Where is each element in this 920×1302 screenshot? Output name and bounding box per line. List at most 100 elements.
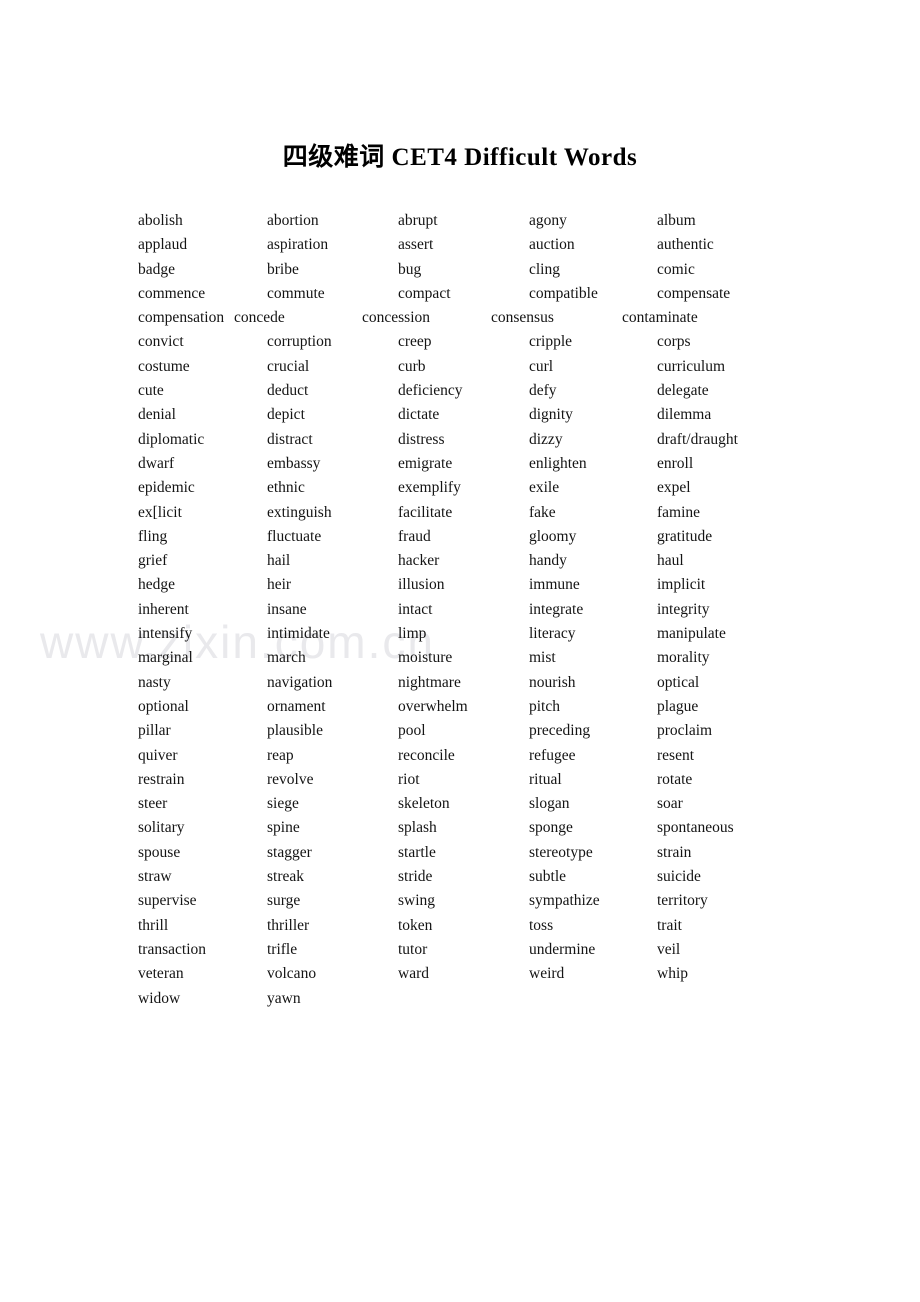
word-item: embassy — [267, 454, 321, 472]
word-item: gratitude — [657, 527, 713, 545]
word-item: abolish — [138, 212, 183, 229]
word-item: thriller — [267, 916, 310, 934]
word-item: suicide — [657, 868, 701, 886]
word-row: widow yawn — [138, 987, 898, 1011]
word-item: corruption — [267, 333, 332, 351]
word-item: ward — [398, 965, 429, 983]
word-row: fling fluctuate fraud gloomy gratitude — [138, 525, 898, 549]
word-item: defy — [529, 382, 557, 400]
word-row: convict corruption creep cripple corps — [138, 330, 898, 354]
word-item: diplomatic — [138, 430, 205, 448]
word-item: album — [657, 212, 696, 229]
word-item: compact — [398, 284, 451, 302]
word-item: haul — [657, 552, 684, 570]
word-row: grief hail hacker handy haul — [138, 549, 898, 573]
word-item: widow — [138, 989, 181, 1007]
word-item: concede — [234, 309, 285, 327]
word-item: handy — [529, 552, 567, 570]
word-item: spine — [267, 819, 300, 837]
word-item: exemplify — [398, 479, 461, 497]
word-item: corps — [657, 333, 691, 351]
word-item: deficiency — [398, 382, 463, 400]
word-row: spouse stagger startle stereotype strain — [138, 841, 898, 865]
word-item: hacker — [398, 552, 440, 570]
word-item: stride — [398, 868, 433, 886]
word-item: strain — [657, 843, 692, 861]
word-item: grief — [138, 552, 168, 570]
word-row: dwarf embassy emigrate enlighten enroll — [138, 452, 898, 476]
word-row: solitary spine splash sponge spontaneous — [138, 816, 898, 840]
word-row: badge bribe bug cling comic — [138, 258, 898, 282]
word-item: bribe — [267, 260, 299, 278]
word-item: thrill — [138, 916, 169, 934]
word-item: dignity — [529, 406, 573, 424]
word-item: concession — [362, 309, 431, 327]
word-item: auction — [529, 236, 575, 254]
word-item: bug — [398, 260, 422, 278]
word-item: authentic — [657, 236, 714, 254]
word-item: siege — [267, 795, 299, 813]
word-item: compensate — [657, 284, 731, 302]
word-item: ritual — [529, 770, 562, 788]
word-item: resent — [657, 746, 695, 764]
word-row: straw streak stride subtle suicide — [138, 865, 898, 889]
word-item: cling — [529, 260, 560, 278]
word-row: quiver reap reconcile refugee resent — [138, 744, 898, 768]
word-item: subtle — [529, 868, 567, 886]
word-item: ex[licit — [138, 503, 182, 521]
word-item: navigation — [267, 673, 333, 691]
word-item: immune — [529, 576, 580, 594]
word-item: convict — [138, 333, 184, 351]
word-item: agony — [529, 212, 567, 229]
word-item: transaction — [138, 940, 207, 958]
word-item: dwarf — [138, 454, 175, 472]
word-item: march — [267, 649, 306, 667]
word-item: preceding — [529, 722, 591, 740]
word-item: mist — [529, 649, 556, 667]
word-item: optical — [657, 673, 700, 691]
word-item: abrupt — [398, 212, 438, 229]
word-item: startle — [398, 843, 436, 861]
word-item: intact — [398, 600, 433, 618]
word-item: literacy — [529, 625, 576, 643]
word-item: restrain — [138, 770, 185, 788]
word-row: veteran volcano ward weird whip — [138, 962, 898, 986]
word-item: fluctuate — [267, 527, 322, 545]
word-row: diplomatic distract distress dizzy draft/dra… — [138, 428, 898, 452]
word-item: intimidate — [267, 625, 330, 643]
word-item: abortion — [267, 212, 319, 229]
word-item: steer — [138, 795, 168, 813]
word-item: distress — [398, 430, 445, 448]
word-item: optional — [138, 697, 189, 715]
word-item: aspiration — [267, 236, 329, 254]
word-item: consensus — [491, 309, 554, 327]
word-item: badge — [138, 260, 176, 278]
word-item: nightmare — [398, 673, 461, 691]
word-item: epidemic — [138, 479, 195, 497]
word-item: dizzy — [529, 430, 563, 448]
word-item: compensation — [138, 309, 225, 327]
word-item: curriculum — [657, 357, 726, 375]
word-row: marginal march moisture mist morality — [138, 646, 898, 670]
word-item: curl — [529, 357, 554, 375]
word-item: rotate — [657, 770, 693, 788]
word-item: cute — [138, 382, 164, 400]
word-item: integrate — [529, 600, 584, 618]
word-item: enlighten — [529, 454, 587, 472]
word-item: commute — [267, 284, 325, 302]
word-row: abolish abortion abrupt agony album — [138, 209, 898, 233]
word-item: volcano — [267, 965, 317, 983]
word-item: curb — [398, 357, 426, 375]
word-item: extinguish — [267, 503, 332, 521]
word-item: streak — [267, 868, 305, 886]
word-item: stereotype — [529, 843, 593, 861]
word-item: dictate — [398, 406, 440, 424]
word-item: inherent — [138, 600, 189, 618]
word-row: nasty navigation nightmare nourish optical — [138, 671, 898, 695]
word-item: solitary — [138, 819, 185, 837]
word-item: manipulate — [657, 625, 726, 643]
word-item: sponge — [529, 819, 573, 837]
word-item: sympathize — [529, 892, 600, 910]
word-item: exile — [529, 479, 560, 497]
word-item: pillar — [138, 722, 171, 740]
